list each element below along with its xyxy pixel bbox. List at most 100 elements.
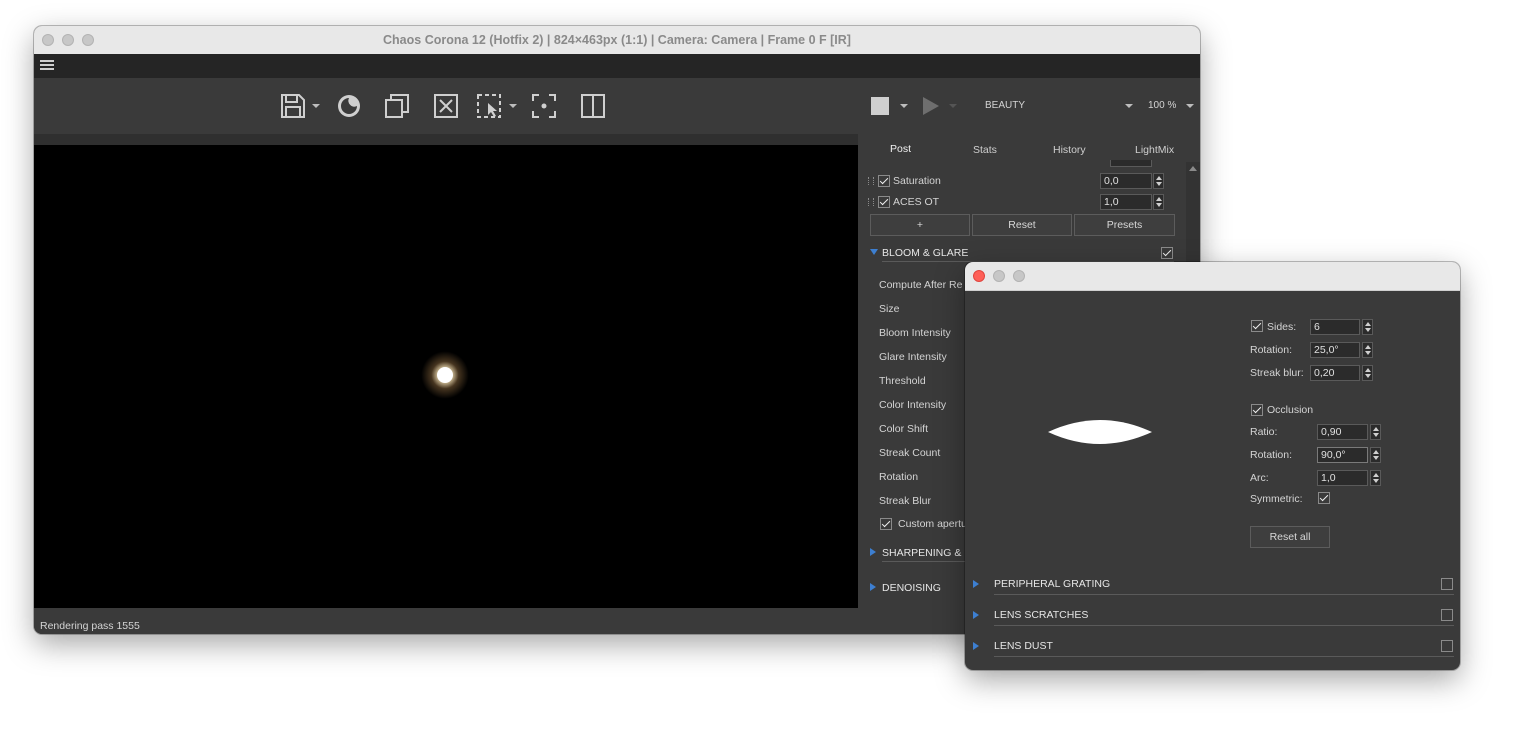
rotation-label: Rotation:: [1250, 344, 1293, 356]
bloom-item: Glare Intensity: [879, 351, 947, 363]
ratio-stepper[interactable]: [1370, 424, 1381, 440]
tab-lightmix[interactable]: LightMix: [1135, 144, 1174, 156]
lens-dust-header[interactable]: LENS DUST: [994, 640, 1053, 652]
bloom-item: Compute After Re: [879, 279, 963, 291]
zoom-button[interactable]: [1013, 270, 1025, 282]
occlusion-label: Occlusion: [1267, 404, 1314, 416]
aces-checkbox[interactable]: [878, 196, 890, 208]
occlusion-checkbox[interactable]: [1251, 404, 1263, 416]
tab-history[interactable]: History: [1053, 144, 1086, 156]
close-button[interactable]: [973, 270, 985, 282]
drag-handle-icon[interactable]: [868, 177, 874, 185]
bloom-item: Threshold: [879, 375, 926, 387]
toolbar: BEAUTY 100 %: [34, 78, 1200, 134]
corona-logo-icon[interactable]: [336, 93, 362, 119]
render-viewport[interactable]: [34, 145, 858, 608]
lens-scratches-checkbox[interactable]: [1441, 609, 1453, 621]
region-dropdown-icon[interactable]: [509, 104, 517, 108]
ratio-field[interactable]: 0,90: [1317, 424, 1368, 440]
bloom-item: Rotation: [879, 471, 919, 483]
custom-aperture-checkbox[interactable]: [880, 518, 892, 530]
rotation2-label: Rotation:: [1250, 449, 1293, 461]
aces-stepper[interactable]: [1153, 194, 1164, 210]
light-source: [437, 367, 453, 383]
presets-button[interactable]: Presets: [1074, 214, 1175, 236]
aces-label: ACES OT: [893, 196, 940, 208]
bloom-item: Streak Count: [879, 447, 941, 459]
peripheral-grating-expand-icon[interactable]: [973, 580, 979, 588]
reset-button[interactable]: Reset: [972, 214, 1072, 236]
saturation-checkbox[interactable]: [878, 175, 890, 187]
dialog-titlebar[interactable]: [965, 262, 1460, 291]
denoising-section-header[interactable]: DENOISING: [882, 582, 941, 594]
play-button[interactable]: [923, 97, 939, 115]
symmetric-checkbox[interactable]: [1318, 492, 1330, 504]
add-button[interactable]: +: [870, 214, 970, 236]
rotation2-field[interactable]: 90,0°: [1317, 447, 1368, 463]
arc-stepper[interactable]: [1370, 470, 1381, 486]
denoising-expand-icon[interactable]: [870, 583, 876, 591]
rotation-field[interactable]: 25,0°: [1310, 342, 1360, 358]
bloom-item: Size: [879, 303, 900, 315]
lens-dust-checkbox[interactable]: [1441, 640, 1453, 652]
tab-stats[interactable]: Stats: [973, 144, 997, 156]
channel-dropdown-icon[interactable]: [1125, 104, 1133, 108]
bloom-item: Streak Blur: [879, 495, 931, 507]
peripheral-grating-header[interactable]: PERIPHERAL GRATING: [994, 578, 1110, 590]
save-icon[interactable]: [280, 93, 306, 119]
menu-bar: [34, 54, 1200, 78]
region-select-icon[interactable]: [476, 93, 502, 119]
render-viewport-frame: [34, 134, 858, 608]
compare-icon[interactable]: [580, 93, 606, 119]
aces-field[interactable]: 1,0: [1100, 194, 1152, 210]
save-dropdown-icon[interactable]: [312, 104, 320, 108]
streak-blur-stepper[interactable]: [1362, 365, 1373, 381]
ratio-label: Ratio:: [1250, 426, 1278, 438]
lens-scratches-expand-icon[interactable]: [973, 611, 979, 619]
streak-blur-field[interactable]: 0,20: [1310, 365, 1360, 381]
streak-blur-label: Streak blur:: [1250, 367, 1304, 379]
section-divider: [994, 625, 1454, 626]
stop-button[interactable]: [871, 97, 889, 115]
aperture-dialog: Sides: 6 Rotation: 25,0° Streak blur: 0,…: [965, 262, 1460, 670]
saturation-field[interactable]: 0,0: [1100, 173, 1152, 189]
sharpening-section-header[interactable]: SHARPENING & B: [882, 547, 971, 559]
bloom-enable-checkbox[interactable]: [1161, 247, 1173, 259]
rotation2-stepper[interactable]: [1370, 447, 1381, 463]
play-dropdown-icon[interactable]: [949, 104, 957, 108]
bloom-item: Color Shift: [879, 423, 929, 435]
bloom-item: Bloom Intensity: [879, 327, 951, 339]
rotation-stepper[interactable]: [1362, 342, 1373, 358]
arc-label: Arc:: [1250, 472, 1269, 484]
focus-icon[interactable]: [531, 93, 557, 119]
aperture-shape-preview: [1048, 420, 1152, 444]
sides-field[interactable]: 6: [1310, 319, 1360, 335]
copy-icon[interactable]: [384, 93, 410, 119]
bloom-section-header[interactable]: BLOOM & GLARE: [882, 247, 968, 259]
reset-all-button[interactable]: Reset all: [1250, 526, 1330, 548]
channel-select[interactable]: BEAUTY: [985, 100, 1025, 111]
zoom-dropdown-icon[interactable]: [1186, 104, 1194, 108]
tab-post[interactable]: Post: [890, 143, 911, 155]
clear-icon[interactable]: [433, 93, 459, 119]
section-divider: [994, 656, 1454, 657]
status-text: Rendering pass 1555: [40, 620, 140, 632]
saturation-stepper[interactable]: [1153, 173, 1164, 189]
drag-handle-icon[interactable]: [868, 198, 874, 206]
zoom-select[interactable]: 100 %: [1148, 100, 1176, 111]
clipped-field: [1110, 160, 1152, 167]
sharpening-expand-icon[interactable]: [870, 548, 876, 556]
peripheral-grating-checkbox[interactable]: [1441, 578, 1453, 590]
arc-field[interactable]: 1,0: [1317, 470, 1368, 486]
sides-checkbox[interactable]: [1251, 320, 1263, 332]
window-title: Chaos Corona 12 (Hotfix 2) | 824×463px (…: [383, 33, 851, 47]
symmetric-label: Symmetric:: [1250, 493, 1303, 505]
lens-scratches-header[interactable]: LENS SCRATCHES: [994, 609, 1088, 621]
hamburger-menu-icon[interactable]: [40, 60, 54, 72]
main-titlebar[interactable]: Chaos Corona 12 (Hotfix 2) | 824×463px (…: [34, 26, 1200, 55]
lens-dust-expand-icon[interactable]: [973, 642, 979, 650]
bloom-expand-icon[interactable]: [870, 249, 878, 255]
sides-stepper[interactable]: [1362, 319, 1373, 335]
minimize-button[interactable]: [993, 270, 1005, 282]
stop-dropdown-icon[interactable]: [900, 104, 908, 108]
